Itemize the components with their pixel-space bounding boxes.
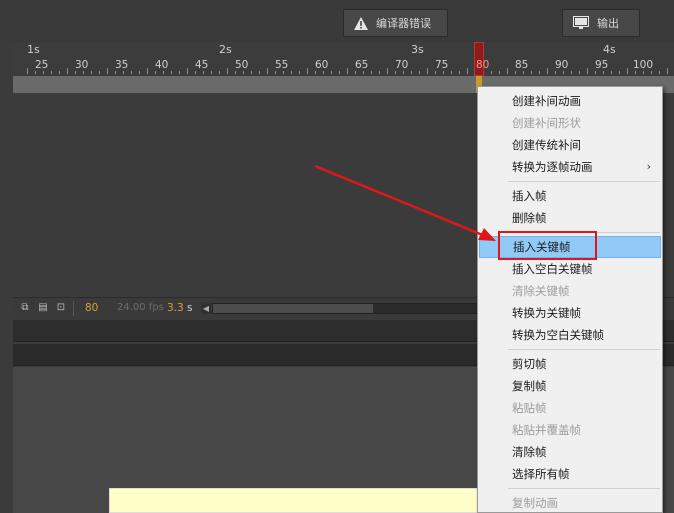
annotation-arrow [314,164,496,241]
